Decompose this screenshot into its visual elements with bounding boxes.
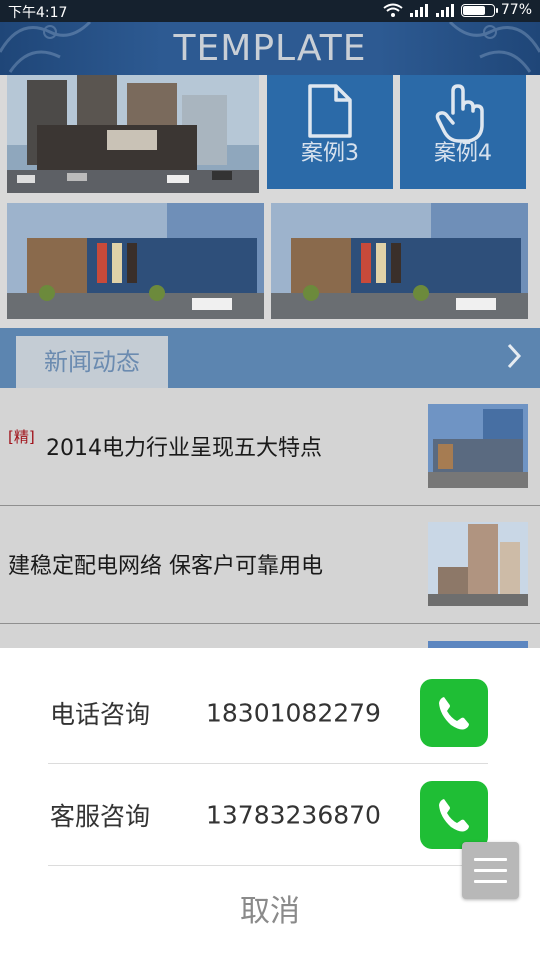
status-icons: 77% [383,2,532,18]
signal-icon [409,4,428,17]
case-image-mall-1[interactable] [7,203,264,319]
news-thumbnail [428,404,528,488]
contact-number: 18301082279 [206,698,381,728]
contact-row-service: 客服咨询 13783236870 [48,765,488,866]
contact-row-phone: 电话咨询 18301082279 [48,663,488,764]
battery-icon [460,3,498,17]
app-header: TEMPLATE [0,22,540,75]
chevron-right-icon[interactable] [506,342,522,370]
contact-label: 电话咨询 [50,700,151,729]
signal-icon-2 [435,4,454,17]
news-section-header: 新闻动态 [0,328,540,388]
floating-menu-button[interactable] [462,842,519,899]
case-tile-4[interactable]: 案例4 [400,75,526,189]
news-list-item[interactable]: 建稳定配电网络 保客户可靠用电 [0,506,540,624]
wifi-icon [383,3,403,17]
status-bar: 下午4:17 77% [0,0,540,22]
document-icon [308,84,352,138]
case-4-label: 案例4 [434,141,492,166]
cancel-button[interactable]: 取消 [0,886,540,930]
case-image-mall-2[interactable] [271,203,528,319]
call-button[interactable] [420,781,488,849]
news-title: 2014电力行业呈现五大特点 [46,436,322,461]
news-thumbnail [428,522,528,606]
case-3-label: 案例3 [301,141,359,166]
page-title: TEMPLATE [173,28,367,69]
contact-label: 客服咨询 [50,802,151,831]
contact-number: 13783236870 [206,800,381,830]
news-list-item[interactable]: [精] 2014电力行业呈现五大特点 [0,388,540,506]
phone-icon [439,799,469,832]
case-tile-3[interactable]: 案例3 [267,75,393,189]
news-title: 建稳定配电网络 保客户可靠用电 [8,554,323,579]
phone-icon [439,697,469,730]
contact-sheet: 电话咨询 18301082279 客服咨询 13783236870 取消 [0,648,540,960]
featured-badge: [精] [8,428,35,446]
battery-percent: 77% [500,2,532,18]
news-tab[interactable]: 新闻动态 [16,336,168,388]
status-time: 下午4:17 [8,5,68,21]
case-image-tower[interactable] [7,75,259,193]
call-button[interactable] [420,679,488,747]
menu-icon [474,858,507,861]
